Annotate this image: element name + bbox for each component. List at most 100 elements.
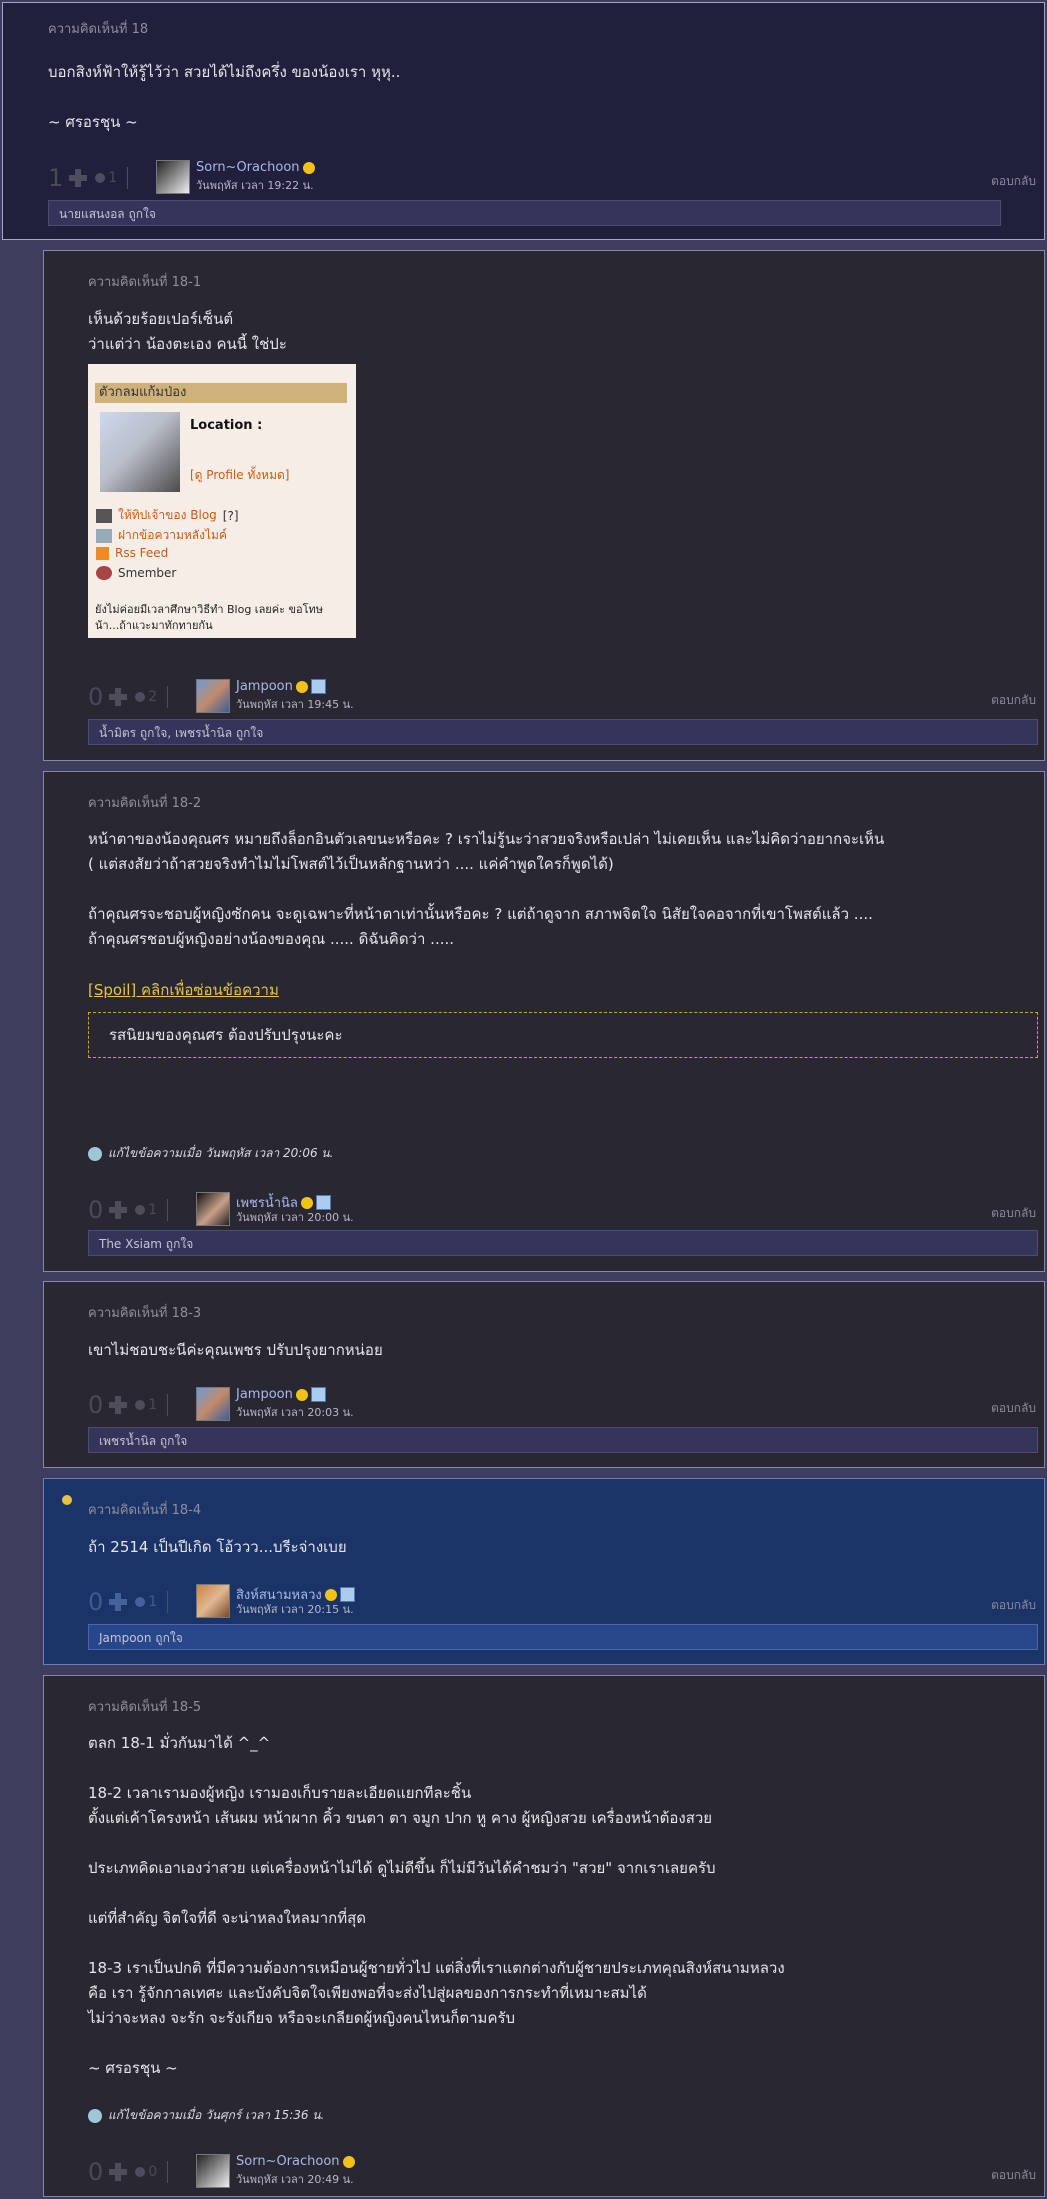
post-time: วันพฤหัส เวลา 20:03 น.	[236, 1406, 354, 1419]
plus-vote-icon[interactable]	[69, 169, 88, 187]
post-time: วันพฤหัส เวลา 20:00 น.	[236, 1211, 354, 1224]
comment-footer: 00 Sorn~Orachoon วันพฤหัส เวลา 20:49 น. …	[88, 2154, 1038, 2194]
widget-note: ยังไม่ค่อยมีเวลาศึกษาวิธีทำ Blog เลยค่ะ …	[95, 603, 324, 632]
location-label: Location :	[190, 418, 263, 433]
post-time: วันพฤหัส เวลา 19:22 น.	[196, 179, 314, 192]
tip-help[interactable]: [?]	[223, 509, 239, 523]
comment-body: ถ้า 2514 เป็นปีเกิด โอ้ววว...บรีะจ่างเบย	[88, 1538, 347, 1556]
tip-icon	[96, 508, 112, 523]
member-label: Smember	[118, 566, 177, 580]
comment-icon	[135, 1597, 146, 1607]
avatar[interactable]	[196, 2154, 230, 2188]
username[interactable]: Jampoon	[236, 679, 326, 694]
message-icon	[96, 528, 112, 543]
comment-body: บอกสิงห์ฟ้าให้รู้ไว้ว่า สวยได้ไม่ถึงครึ่…	[48, 63, 401, 131]
smiley-icon	[342, 2155, 355, 2168]
author-badge-icon	[62, 1495, 72, 1505]
spoil-content: รสนิยมของคุณศร ต้องปรับปรุงนะคะ	[88, 1012, 1038, 1058]
comment-18-5: ความคิดเห็นที่ 18-5 ตลก 18-1 มั่วกันมาได…	[43, 1675, 1045, 2197]
reply-count[interactable]: 0	[135, 2164, 157, 2180]
profile-image[interactable]	[100, 412, 180, 492]
reply-button[interactable]: ตอบกลับ	[991, 691, 1036, 710]
reply-button[interactable]: ตอบกลับ	[991, 1399, 1036, 1418]
comment-18-3: ความคิดเห็นที่ 18-3 เขาไม่ชอบชะนีค่ะคุณเ…	[43, 1281, 1045, 1468]
smiley-icon	[302, 161, 315, 174]
edited-note: แก้ไขข้อความเมื่อ วันศุกร์ เวลา 15:36 น.	[88, 2106, 324, 2125]
avatar[interactable]	[196, 1584, 230, 1618]
spoil-toggle-link[interactable]: [Spoil] คลิกเพื่อซ่อนข้อความ	[88, 978, 279, 1002]
blog-icon[interactable]	[310, 1387, 326, 1402]
comment-icon	[135, 692, 146, 702]
comment-footer: 01 สิงห์สนามหลวง วันพฤหัส เวลา 20:15 น. …	[88, 1584, 1038, 1624]
comment-footer: 01 Jampoon วันพฤหัส เวลา 20:03 น. ตอบกลั…	[88, 1387, 1038, 1427]
rss-icon	[96, 546, 109, 560]
comment-body: เขาไม่ชอบชะนีค่ะคุณเพชร ปรับปรุงยากหน่อย	[88, 1341, 383, 1359]
edit-icon	[88, 1146, 102, 1161]
reply-count[interactable]: 1	[135, 1202, 157, 1218]
comment-18-1: ความคิดเห็นที่ 18-1 เห็นด้วยร้อยเปอร์เซ็…	[43, 250, 1045, 761]
reply-button[interactable]: ตอบกลับ	[991, 1204, 1036, 1223]
avatar[interactable]	[196, 1387, 230, 1421]
reply-count[interactable]: 2	[135, 689, 157, 705]
comment-header: ความคิดเห็นที่ 18-5	[88, 1700, 202, 1715]
avatar[interactable]	[156, 160, 190, 194]
post-time: วันพฤหัส เวลา 19:45 น.	[236, 698, 354, 711]
reply-button[interactable]: ตอบกลับ	[991, 172, 1036, 191]
comment-icon	[95, 173, 106, 183]
avatar[interactable]	[196, 1192, 230, 1226]
comment-icon	[135, 1205, 146, 1215]
member-row: Smember	[96, 566, 176, 580]
post-time: วันพฤหัส เวลา 20:49 น.	[236, 2173, 354, 2186]
likes-bar: Jampoon ถูกใจ	[88, 1624, 1038, 1650]
comment-header: ความคิดเห็นที่ 18-4	[88, 1503, 202, 1518]
comment-header: ความคิดเห็นที่ 18-2	[88, 796, 202, 811]
plus-vote-icon[interactable]	[109, 2163, 128, 2181]
reply-count[interactable]: 1	[95, 170, 117, 186]
widget-title: ตัวกลมแก้มป่อง	[95, 383, 347, 403]
smiley-icon	[295, 680, 308, 693]
reply-count[interactable]: 1	[135, 1594, 157, 1610]
username[interactable]: Jampoon	[236, 1387, 326, 1402]
vote-count: 11	[48, 164, 129, 192]
reply-button[interactable]: ตอบกลับ	[991, 1596, 1036, 1615]
comment-18: ความคิดเห็นที่ 18 บอกสิงห์ฟ้าให้รู้ไว้ว่…	[2, 2, 1045, 240]
comment-footer: 02 Jampoon วันพฤหัส เวลา 19:45 น. ตอบกลั…	[88, 679, 1038, 719]
reply-count[interactable]: 1	[135, 1397, 157, 1413]
blog-icon[interactable]	[310, 679, 326, 694]
vote-count: 01	[88, 1391, 169, 1419]
likes-bar: นายแสนงอล ถูกใจ	[48, 200, 1001, 226]
message-link[interactable]: ฝากข้อความหลังไมค์	[118, 526, 227, 545]
comment-body: ตลก 18-1 มั่วกันมาได้ ^_^ 18-2 เวลาเรามอ…	[88, 1734, 785, 2077]
reply-button[interactable]: ตอบกลับ	[991, 2166, 1036, 2185]
plus-vote-icon[interactable]	[109, 1201, 128, 1219]
rss-row: Rss Feed	[96, 546, 168, 560]
comment-footer: 01 เพชรน้ำนิล วันพฤหัส เวลา 20:00 น. ตอบ…	[88, 1192, 1038, 1232]
comment-18-2: ความคิดเห็นที่ 18-2 หน้าตาของน้องคุณศร ห…	[43, 771, 1045, 1272]
avatar[interactable]	[196, 679, 230, 713]
edit-icon	[88, 2108, 102, 2123]
vote-count: 02	[88, 683, 169, 711]
vote-count: 01	[88, 1588, 169, 1616]
username[interactable]: Sorn~Orachoon	[196, 160, 315, 175]
comment-body: เห็นด้วยร้อยเปอร์เซ็นต์ ว่าแต่ว่า น้องตะ…	[88, 310, 287, 353]
rss-link[interactable]: Rss Feed	[115, 546, 168, 560]
comment-body: หน้าตาของน้องคุณศร หมายถึงล็อกอินตัวเลขน…	[88, 830, 885, 948]
comment-icon	[135, 2167, 146, 2177]
plus-vote-icon[interactable]	[109, 1593, 128, 1611]
plus-vote-icon[interactable]	[109, 688, 128, 706]
username[interactable]: Sorn~Orachoon	[236, 2154, 355, 2169]
tip-link[interactable]: ให้ทิปเจ้าของ Blog	[118, 506, 217, 525]
comment-18-4: ความคิดเห็นที่ 18-4 ถ้า 2514 เป็นปีเกิด …	[43, 1478, 1045, 1665]
likes-bar: เพชรน้ำนิล ถูกใจ	[88, 1427, 1038, 1453]
post-time: วันพฤหัส เวลา 20:15 น.	[236, 1603, 354, 1616]
blog-profile-widget: ตัวกลมแก้มป่อง Location : [ดู Profile ทั…	[88, 364, 356, 638]
plus-vote-icon[interactable]	[109, 1396, 128, 1414]
view-profile-link[interactable]: [ดู Profile ทั้งหมด]	[190, 466, 289, 485]
vote-count: 01	[88, 1196, 169, 1224]
member-icon	[96, 566, 112, 580]
smiley-icon	[300, 1196, 313, 1209]
edited-note: แก้ไขข้อความเมื่อ วันพฤหัส เวลา 20:06 น.	[88, 1144, 333, 1163]
likes-bar: น้ำมิตร ถูกใจ, เพชรน้ำนิล ถูกใจ	[88, 719, 1038, 745]
smiley-icon	[295, 1388, 308, 1401]
comment-footer: 11 Sorn~Orachoon วันพฤหัส เวลา 19:22 น. …	[48, 160, 1038, 200]
